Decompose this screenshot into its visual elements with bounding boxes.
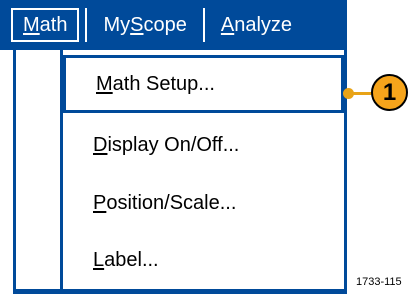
menu-item-label[interactable]: Label... xyxy=(63,231,344,289)
callout-anchor-dot xyxy=(343,88,354,99)
menu-analyze[interactable]: Analyze xyxy=(211,8,292,42)
figure-id-label: 1733-115 xyxy=(356,276,402,288)
menu-separator xyxy=(85,8,88,42)
callout-number-badge: 1 xyxy=(371,74,408,111)
menu-item-position-scale[interactable]: Position/Scale... xyxy=(63,174,344,232)
menu-math[interactable]: Math xyxy=(11,8,80,42)
callout-number: 1 xyxy=(382,78,397,106)
menu-bottom-border xyxy=(16,289,344,294)
menu-item-label: Math Setup... xyxy=(96,72,215,95)
menu-separator xyxy=(202,8,205,42)
menu-analyze-label: Analyze xyxy=(220,13,293,36)
menu-bar: Math MyScope Analyze xyxy=(0,0,347,50)
menu-item-label: Display On/Off... xyxy=(93,133,240,156)
menu-math-label: Math xyxy=(23,13,68,36)
menu-item-label: Position/Scale... xyxy=(93,191,237,214)
menu-item-label-text: Label... xyxy=(93,248,159,271)
menu-myscope-label: MyScope xyxy=(103,13,187,36)
menu-gutter xyxy=(16,50,63,294)
menu-item-math-setup[interactable]: Math Setup... xyxy=(63,55,344,113)
menu-myscope[interactable]: MyScope xyxy=(93,8,196,42)
math-dropdown-menu: Math Setup... Display On/Off... Position… xyxy=(13,50,347,294)
menu-item-display-on-off[interactable]: Display On/Off... xyxy=(63,116,344,174)
